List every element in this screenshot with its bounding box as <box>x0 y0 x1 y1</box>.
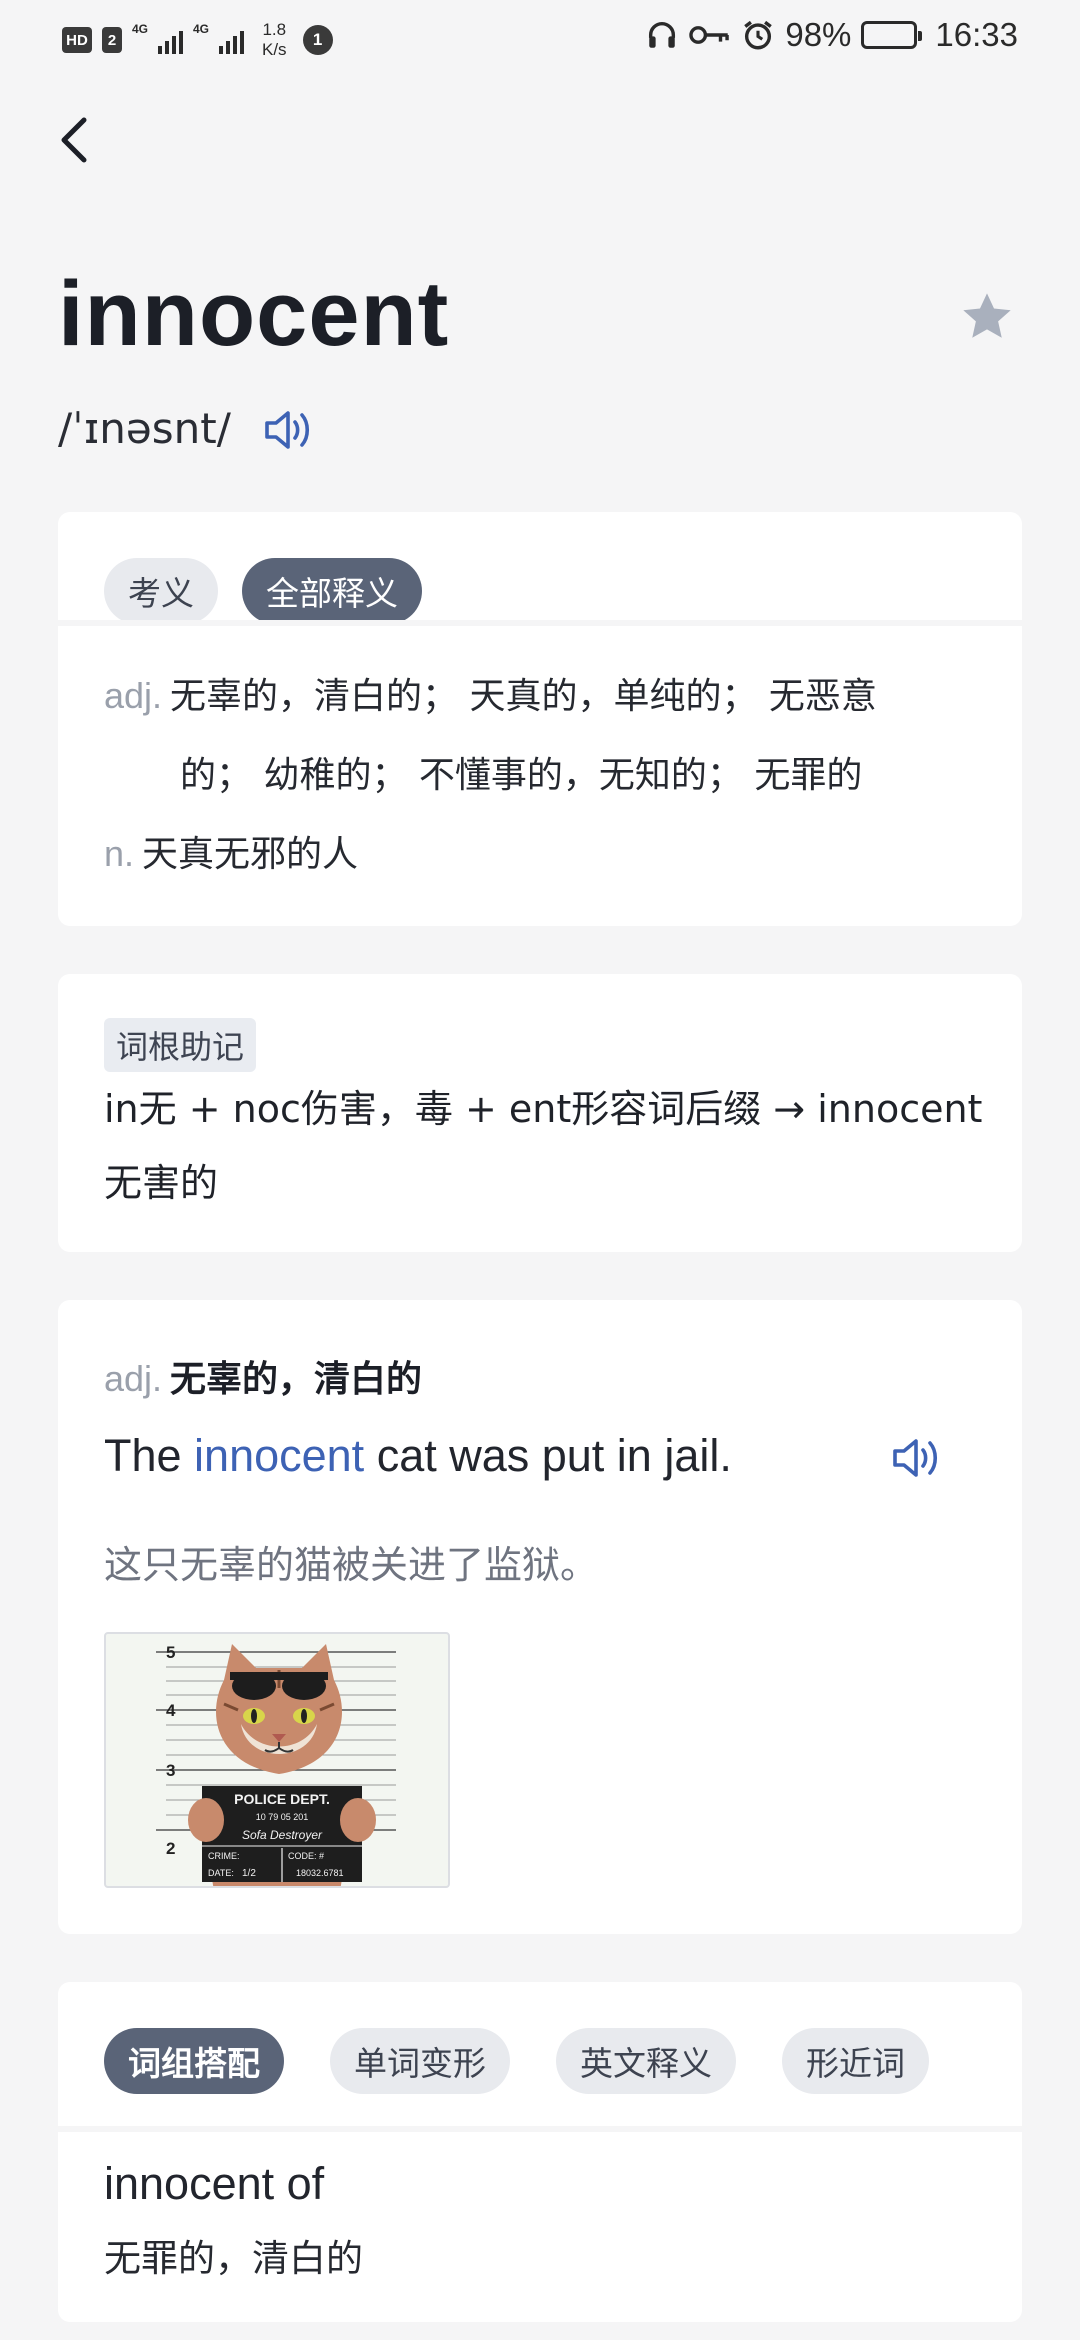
mnemonic-tag: 词根助记 <box>104 1018 257 1072</box>
headphones-icon <box>649 22 676 48</box>
speaker-icon <box>893 1439 938 1477</box>
svg-text:Sofa Destroyer: Sofa Destroyer <box>242 1828 323 1842</box>
definition-adj: adj. 无辜的，清白的； 天真的，单纯的； 无恶意 <box>104 675 877 717</box>
svg-text:5: 5 <box>166 1643 175 1662</box>
network-type-2: 4G <box>193 22 210 36</box>
mnemonic-text: in无 + noc伤害，毒 + ent形容词后缀 → innocent 无害的 <box>104 1087 983 1205</box>
back-button[interactable] <box>52 108 102 168</box>
tab-collocations[interactable]: 词组搭配 <box>104 2028 284 2094</box>
tab-similar-words[interactable]: 形近词 <box>782 2028 929 2094</box>
svg-text:2: 2 <box>166 1839 175 1858</box>
example-translation: 这只无辜的猫被关进了监狱。 <box>104 1543 599 1587</box>
svg-text:4: 4 <box>166 1701 176 1720</box>
svg-text:DATE:: DATE: <box>208 1868 234 1878</box>
speaker-icon <box>265 411 310 449</box>
phonetic-transcription: /ˈɪnəsnt/ <box>58 404 231 453</box>
pos-adj: adj. <box>104 675 163 716</box>
notification-badge-icon: 1 <box>302 25 333 55</box>
pronounce-sentence-button[interactable] <box>890 1434 944 1482</box>
hd-voice-icon: HD <box>62 27 92 53</box>
phrase-text[interactable]: innocent of <box>104 2158 324 2210</box>
svg-text:10 79 05 201: 10 79 05 201 <box>256 1812 309 1822</box>
svg-text:3: 3 <box>166 1761 175 1780</box>
example-meaning: adj. 无辜的，清白的 <box>104 1358 423 1400</box>
divider <box>58 620 1022 626</box>
svg-text:18032.6781: 18032.6781 <box>296 1868 344 1878</box>
mugshot-cat-illustration: 5 4 3 2 POLICE DEPT. 10 79 05 201 Sofa D… <box>156 1643 396 1886</box>
tab-word-forms[interactable]: 单词变形 <box>330 2028 510 2094</box>
network-speed: 1.8 K/s <box>262 20 287 59</box>
alarm-icon <box>744 20 773 50</box>
headword: innocent <box>58 263 450 365</box>
phrase-meaning: 无罪的，清白的 <box>104 2237 363 2280</box>
favorite-button[interactable] <box>958 288 1016 346</box>
example-sentence: The innocent cat was put in jail. <box>104 1430 732 1481</box>
svg-text:1/2: 1/2 <box>242 1868 256 1879</box>
svg-text:POLICE DEPT.: POLICE DEPT. <box>234 1791 330 1807</box>
phrases-card: 词组搭配 单词变形 英文释义 形近词 innocent of 无罪的，清白的 <box>58 1982 1022 2322</box>
pronounce-word-button[interactable] <box>262 406 316 454</box>
tab-all-meanings[interactable]: 全部释义 <box>242 558 422 624</box>
battery-percent: 98% <box>785 16 852 53</box>
svg-text:CODE: #: CODE: # <box>288 1851 324 1861</box>
sim-2-icon: 2 <box>102 27 122 53</box>
definition-adj-continued: 的； 幼稚的； 不懂事的，无知的； 无罪的 <box>180 755 863 796</box>
mnemonic-card: 词根助记 in无 + noc伤害，毒 + ent形容词后缀 → innocent… <box>58 974 1022 1252</box>
network-type-1: 4G <box>132 22 149 36</box>
highlighted-word[interactable]: innocent <box>194 1430 364 1481</box>
signal-2-icon: 4G <box>193 22 244 54</box>
signal-1-icon: 4G <box>132 22 183 54</box>
phrase-tabs: 词组搭配 单词变形 英文释义 形近词 <box>104 2028 929 2094</box>
tab-english-definition[interactable]: 英文释义 <box>556 2028 736 2094</box>
clock: 16:33 <box>935 16 1018 53</box>
key-icon <box>689 26 730 44</box>
tab-exam-meanings[interactable]: 考义 <box>104 558 218 624</box>
svg-text:CRIME:: CRIME: <box>208 1851 240 1861</box>
definition-noun: n. 天真无邪的人 <box>104 833 359 875</box>
divider <box>58 2126 1022 2132</box>
chevron-left-icon <box>61 117 87 163</box>
definition-tabs: 考义 全部释义 <box>104 558 422 624</box>
star-icon <box>963 293 1011 338</box>
battery-icon <box>861 21 923 49</box>
status-bar: HD 2 4G 4G 1.8 K/s 1 98% 16:33 <box>0 0 1080 76</box>
pos-noun: n. <box>104 833 135 874</box>
definitions-card: 考义 全部释义 adj. 无辜的，清白的； 天真的，单纯的； 无恶意 的； 幼稚的… <box>58 512 1022 926</box>
example-image[interactable]: 5 4 3 2 POLICE DEPT. 10 79 05 201 Sofa D… <box>104 1632 450 1888</box>
example-card: adj. 无辜的，清白的 The innocent cat was put in … <box>58 1300 1022 1934</box>
